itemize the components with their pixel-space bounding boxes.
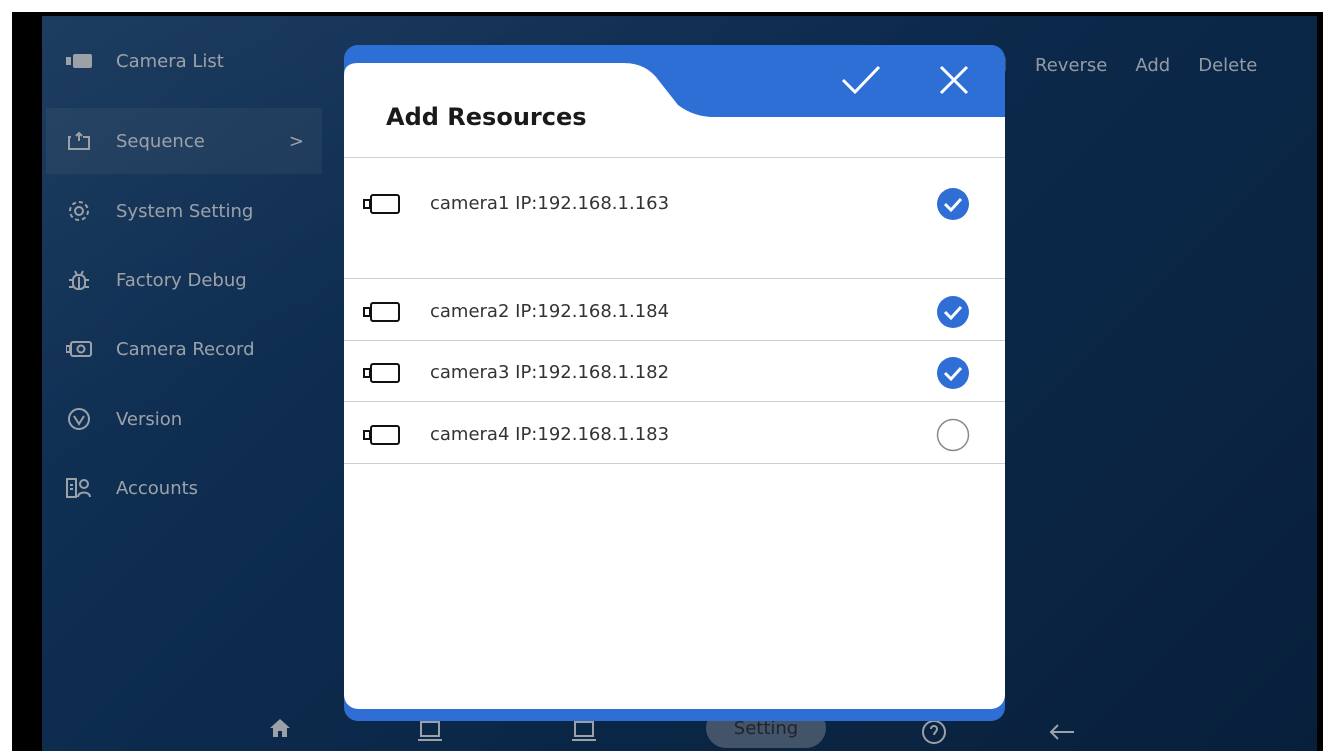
divider bbox=[344, 463, 1005, 464]
checkbox-checked-icon[interactable] bbox=[936, 356, 970, 390]
list-item[interactable]: camera2 IP:192.168.1.184 bbox=[344, 281, 1005, 342]
dialog-body: camera1 IP:192.168.1.163 camera2 IP:192.… bbox=[344, 157, 1005, 709]
divider bbox=[344, 278, 1005, 279]
camera-label: camera2 IP:192.168.1.184 bbox=[430, 301, 670, 322]
dialog-bottom-edge bbox=[344, 709, 1005, 721]
checkbox-unchecked-icon[interactable] bbox=[936, 418, 970, 452]
camera-label: camera4 IP:192.168.1.183 bbox=[430, 424, 670, 445]
camera-label: camera1 IP:192.168.1.163 bbox=[430, 193, 670, 214]
dialog-title: Add Resources bbox=[386, 103, 587, 131]
camera-icon bbox=[362, 361, 402, 389]
divider bbox=[344, 401, 1005, 402]
divider bbox=[344, 157, 1005, 158]
list-item[interactable]: camera1 IP:192.168.1.163 bbox=[344, 173, 1005, 234]
divider bbox=[344, 340, 1005, 341]
camera-icon bbox=[362, 423, 402, 451]
close-icon[interactable] bbox=[933, 59, 975, 101]
camera-icon bbox=[362, 300, 402, 328]
list-item[interactable]: camera4 IP:192.168.1.183 bbox=[344, 404, 1005, 465]
confirm-check-icon[interactable] bbox=[840, 59, 882, 101]
checkbox-checked-icon[interactable] bbox=[936, 187, 970, 221]
add-resources-dialog: Add Resources camera1 IP:192.168.1.163 c… bbox=[344, 45, 1005, 721]
checkbox-checked-icon[interactable] bbox=[936, 295, 970, 329]
camera-icon bbox=[362, 192, 402, 220]
camera-label: camera3 IP:192.168.1.182 bbox=[430, 362, 670, 383]
list-item[interactable]: camera3 IP:192.168.1.182 bbox=[344, 342, 1005, 403]
